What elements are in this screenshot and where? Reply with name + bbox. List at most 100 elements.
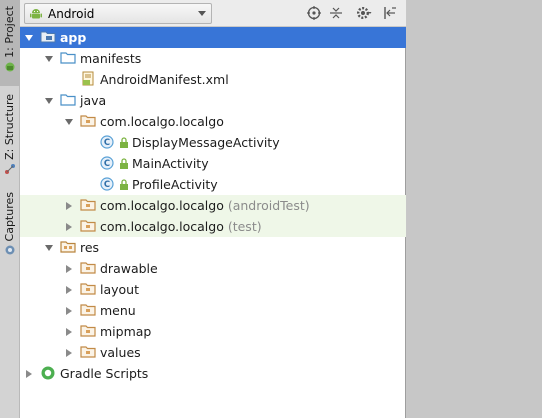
tree-row-label: com.localgo.localgo (test) bbox=[100, 216, 262, 237]
package-icon bbox=[80, 197, 96, 213]
expand-arrow-icon[interactable] bbox=[63, 111, 75, 132]
java-class-icon: C bbox=[100, 134, 116, 150]
tree-row-label: res bbox=[80, 237, 99, 258]
view-mode-select[interactable]: Android bbox=[24, 3, 212, 24]
tree-row[interactable]: mipmap bbox=[20, 321, 406, 342]
tree-row-source-set: (androidTest) bbox=[227, 198, 310, 213]
captures-tool-tab[interactable]: Captures bbox=[0, 192, 20, 264]
tree-row-name: com.localgo.localgo bbox=[100, 219, 224, 234]
target-icon[interactable] bbox=[306, 5, 322, 21]
tree-row[interactable]: values bbox=[20, 342, 406, 363]
package-icon bbox=[80, 323, 96, 339]
tree-row-name: drawable bbox=[100, 261, 158, 276]
tree-row[interactable]: layout bbox=[20, 279, 406, 300]
package-icon bbox=[80, 260, 96, 276]
svg-text:C: C bbox=[104, 138, 110, 148]
tree-row-label: mipmap bbox=[100, 321, 151, 342]
tree-row-label: Gradle Scripts bbox=[60, 363, 148, 384]
tree-row[interactable]: com.localgo.localgo (androidTest) bbox=[20, 195, 406, 216]
ide-window: 1: Project Z: Structure Captures Android… bbox=[0, 0, 542, 418]
tree-row-name: menu bbox=[100, 303, 136, 318]
project-tree: app manifests AndroidManifest.xml java com.l… bbox=[20, 27, 406, 418]
project-toolbar: Android bbox=[20, 0, 406, 27]
tree-row[interactable]: java bbox=[20, 90, 406, 111]
resource-folder-icon bbox=[60, 239, 76, 255]
captures-tool-tab-label: Captures bbox=[3, 192, 16, 242]
tree-row-name: DisplayMessageActivity bbox=[132, 135, 280, 150]
svg-text:C: C bbox=[104, 159, 110, 169]
tree-row-name: app bbox=[60, 30, 87, 45]
tree-row[interactable]: C ProfileActivity bbox=[20, 174, 406, 195]
chevron-down-icon bbox=[198, 11, 206, 16]
tree-row-name: com.localgo.localgo bbox=[100, 114, 224, 129]
tree-row-label: com.localgo.localgo bbox=[100, 111, 224, 132]
tree-row[interactable]: res bbox=[20, 237, 406, 258]
lock-icon bbox=[118, 176, 130, 192]
tree-row-label: manifests bbox=[80, 48, 141, 69]
android-icon bbox=[30, 8, 42, 18]
folder-icon bbox=[60, 92, 76, 108]
tree-row[interactable]: com.localgo.localgo bbox=[20, 111, 406, 132]
module-folder-icon bbox=[40, 29, 56, 45]
java-class-icon: C bbox=[100, 176, 116, 192]
project-panel: Android app manifests AndroidManifest.xm… bbox=[20, 0, 406, 418]
tree-row[interactable]: AndroidManifest.xml bbox=[20, 69, 406, 90]
view-mode-label: Android bbox=[48, 6, 95, 21]
package-icon bbox=[80, 113, 96, 129]
manifest-file-icon bbox=[80, 71, 96, 87]
structure-tool-tab[interactable]: Z: Structure bbox=[0, 94, 20, 180]
tree-row-label: ProfileActivity bbox=[132, 174, 218, 195]
collapse-arrow-icon[interactable] bbox=[63, 216, 75, 237]
tree-row[interactable]: manifests bbox=[20, 48, 406, 69]
tree-row-name: mipmap bbox=[100, 324, 152, 339]
collapse-arrow-icon[interactable] bbox=[63, 279, 75, 300]
tree-row-name: Gradle Scripts bbox=[60, 366, 149, 381]
tree-row[interactable]: menu bbox=[20, 300, 406, 321]
package-icon bbox=[80, 281, 96, 297]
collapse-icon[interactable] bbox=[328, 5, 344, 21]
structure-icon bbox=[5, 163, 15, 174]
tree-row-name: values bbox=[100, 345, 141, 360]
tree-row-label: layout bbox=[100, 279, 139, 300]
tree-row[interactable]: Gradle Scripts bbox=[20, 363, 406, 384]
tree-row[interactable]: C MainActivity bbox=[20, 153, 406, 174]
collapse-arrow-icon[interactable] bbox=[63, 258, 75, 279]
android-small-icon bbox=[5, 62, 15, 72]
java-class-icon: C bbox=[100, 155, 116, 171]
tree-row[interactable]: C DisplayMessageActivity bbox=[20, 132, 406, 153]
tree-row-label: values bbox=[100, 342, 141, 363]
tree-row-label: java bbox=[80, 90, 106, 111]
hide-icon[interactable] bbox=[382, 5, 398, 21]
folder-icon bbox=[60, 50, 76, 66]
tree-row-name: ProfileActivity bbox=[132, 177, 218, 192]
lock-icon bbox=[118, 134, 130, 150]
captures-icon bbox=[5, 245, 15, 255]
tree-row-name: res bbox=[80, 240, 100, 255]
tree-row[interactable]: app bbox=[20, 27, 406, 48]
gear-icon[interactable] bbox=[356, 5, 372, 21]
tree-row-label: drawable bbox=[100, 258, 158, 279]
collapse-arrow-icon[interactable] bbox=[63, 300, 75, 321]
collapse-arrow-icon[interactable] bbox=[23, 363, 35, 384]
gradle-icon bbox=[40, 365, 56, 381]
expand-arrow-icon[interactable] bbox=[23, 27, 35, 48]
tree-row-name: MainActivity bbox=[132, 156, 209, 171]
tree-row-name: AndroidManifest.xml bbox=[100, 72, 229, 87]
tree-row[interactable]: drawable bbox=[20, 258, 406, 279]
package-icon bbox=[80, 344, 96, 360]
expand-arrow-icon[interactable] bbox=[43, 90, 55, 111]
collapse-arrow-icon[interactable] bbox=[63, 342, 75, 363]
tree-row-label: com.localgo.localgo (androidTest) bbox=[100, 195, 310, 216]
tree-row-label: DisplayMessageActivity bbox=[132, 132, 280, 153]
expand-arrow-icon[interactable] bbox=[43, 48, 55, 69]
svg-text:C: C bbox=[104, 180, 110, 190]
tree-row-name: layout bbox=[100, 282, 140, 297]
collapse-arrow-icon[interactable] bbox=[63, 195, 75, 216]
tree-row[interactable]: com.localgo.localgo (test) bbox=[20, 216, 406, 237]
tool-window-strip: 1: Project Z: Structure Captures bbox=[0, 0, 20, 418]
expand-arrow-icon[interactable] bbox=[43, 237, 55, 258]
tree-row-label: app bbox=[60, 27, 86, 48]
project-tool-tab[interactable]: 1: Project bbox=[0, 0, 20, 86]
package-icon bbox=[80, 302, 96, 318]
collapse-arrow-icon[interactable] bbox=[63, 321, 75, 342]
